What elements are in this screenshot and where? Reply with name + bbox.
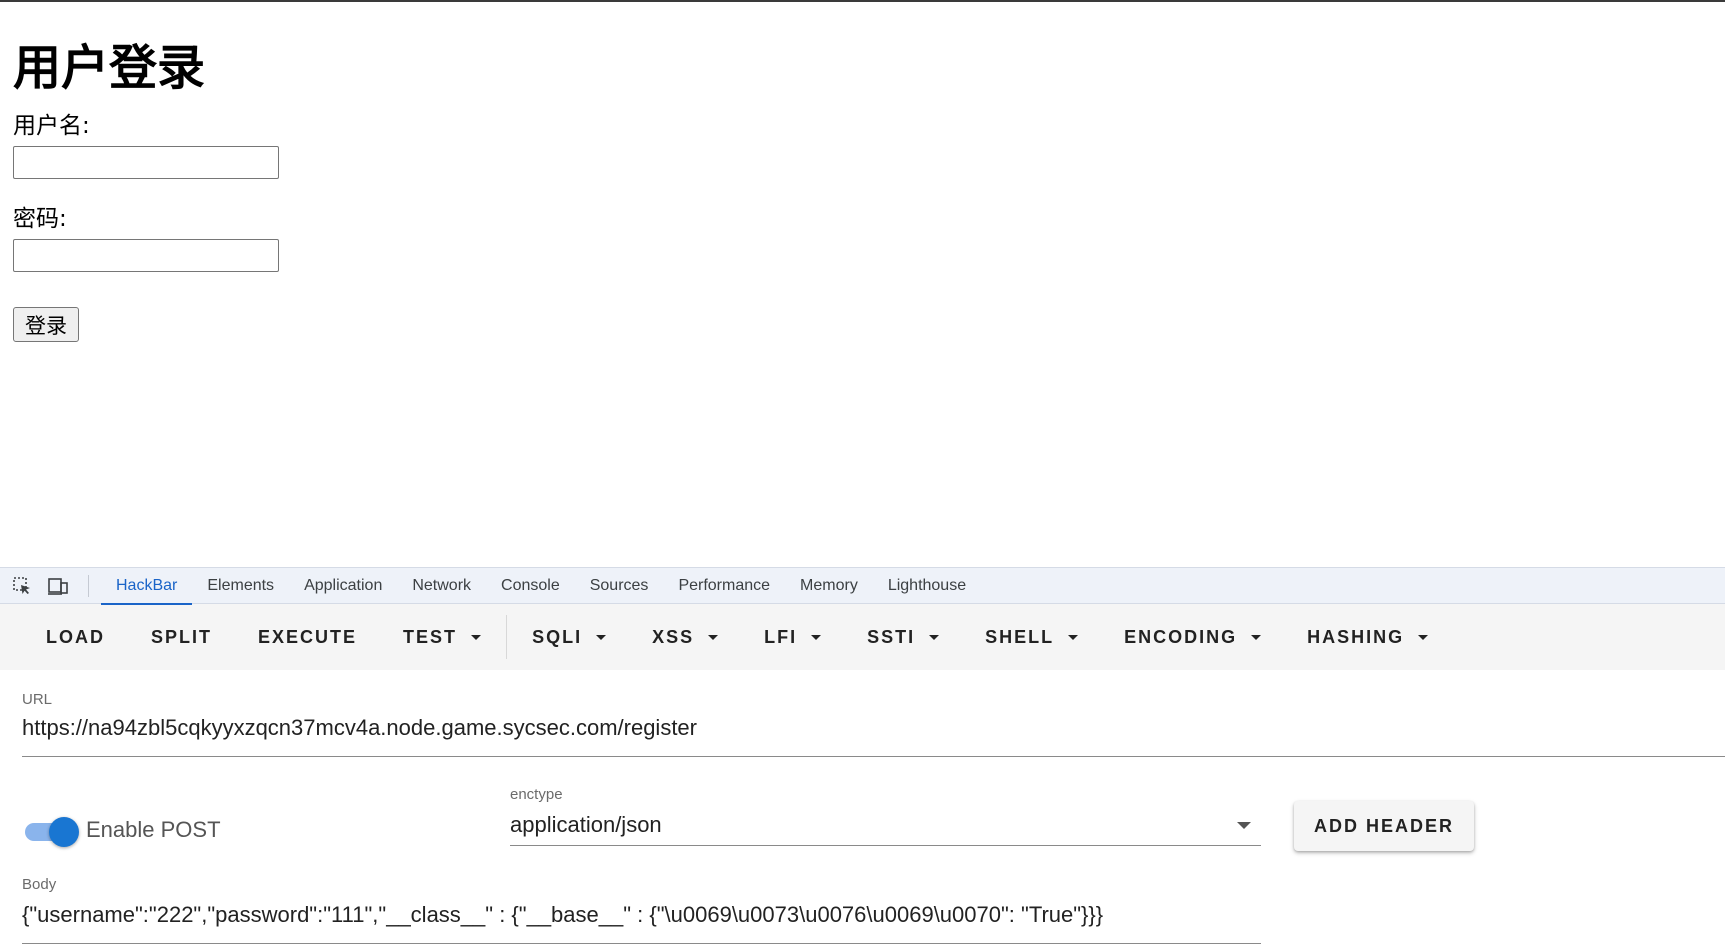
username-input[interactable]	[13, 146, 279, 179]
caret-down-icon	[929, 634, 940, 640]
execute-button[interactable]: EXECUTE	[235, 617, 380, 657]
lfi-label: LFI	[764, 626, 798, 647]
enable-post-toggle[interactable]	[25, 815, 79, 847]
execute-label: EXECUTE	[258, 626, 358, 647]
sqli-menu-button[interactable]: SQLI	[509, 617, 629, 657]
window-top-border	[0, 0, 1725, 2]
load-label: LOAD	[46, 626, 105, 647]
split-label: SPLIT	[151, 626, 213, 647]
password-label: 密码:	[13, 206, 67, 232]
tab-lighthouse[interactable]: Lighthouse	[873, 568, 981, 604]
test-label: TEST	[403, 626, 458, 647]
tab-separator	[88, 574, 89, 597]
tab-sources[interactable]: Sources	[575, 568, 664, 604]
caret-down-icon	[708, 634, 719, 640]
add-header-button[interactable]: ADD HEADER	[1294, 801, 1474, 851]
hackbar-body: URL https://na94zbl5cqkyyxzqcn37mcv4a.no…	[0, 670, 1725, 944]
xss-label: XSS	[652, 626, 695, 647]
tab-hackbar[interactable]: HackBar	[101, 568, 193, 605]
password-input[interactable]	[13, 239, 279, 272]
username-label: 用户名:	[13, 113, 90, 139]
encoding-menu-button[interactable]: ENCODING	[1101, 617, 1284, 657]
shell-label: SHELL	[985, 626, 1055, 647]
login-button[interactable]: 登录	[13, 307, 79, 342]
ssti-menu-button[interactable]: SSTI	[844, 617, 962, 657]
hackbar-toolbar: LOAD SPLIT EXECUTE TEST SQLI XSS LFI SST…	[0, 604, 1725, 670]
device-toolbar-icon[interactable]	[46, 574, 70, 598]
split-button[interactable]: SPLIT	[128, 617, 235, 657]
enctype-label: enctype	[510, 786, 563, 803]
page-title: 用户登录	[13, 40, 206, 96]
hashing-label: HASHING	[1307, 626, 1405, 647]
dropdown-arrow-icon[interactable]	[1237, 822, 1251, 829]
shell-menu-button[interactable]: SHELL	[962, 617, 1101, 657]
enctype-select[interactable]: application/json	[510, 812, 662, 838]
tab-elements[interactable]: Elements	[192, 568, 289, 604]
ssti-label: SSTI	[867, 626, 916, 647]
caret-down-icon	[1068, 634, 1079, 640]
toggle-knob	[49, 817, 79, 847]
tab-memory[interactable]: Memory	[785, 568, 873, 604]
caret-down-icon	[471, 634, 482, 640]
body-label: Body	[22, 876, 57, 893]
inspect-element-icon[interactable]	[10, 574, 34, 598]
enctype-underline	[510, 845, 1261, 846]
xss-menu-button[interactable]: XSS	[629, 617, 741, 657]
hashing-menu-button[interactable]: HASHING	[1284, 617, 1451, 657]
body-input[interactable]: {"username":"222","password":"111","__cl…	[22, 902, 1103, 928]
caret-down-icon	[1251, 634, 1262, 640]
url-label: URL	[22, 691, 53, 708]
tab-performance[interactable]: Performance	[663, 568, 785, 604]
login-page: 用户登录 用户名: 密码: 登录	[13, 20, 713, 342]
enable-post-label: Enable POST	[86, 817, 221, 842]
devtools-panel: HackBar Elements Application Network Con…	[0, 567, 1725, 944]
url-underline	[22, 756, 1725, 757]
tab-network[interactable]: Network	[397, 568, 486, 604]
lfi-menu-button[interactable]: LFI	[741, 617, 844, 657]
caret-down-icon	[1418, 634, 1429, 640]
url-input[interactable]: https://na94zbl5cqkyyxzqcn37mcv4a.node.g…	[22, 715, 697, 741]
sqli-label: SQLI	[532, 626, 583, 647]
caret-down-icon	[811, 634, 822, 640]
tab-application[interactable]: Application	[289, 568, 397, 604]
toolbar-divider	[506, 615, 508, 659]
encoding-label: ENCODING	[1124, 626, 1238, 647]
caret-down-icon	[596, 634, 607, 640]
devtools-tab-bar: HackBar Elements Application Network Con…	[0, 567, 1725, 605]
load-button[interactable]: LOAD	[23, 617, 128, 657]
test-menu-button[interactable]: TEST	[380, 617, 504, 657]
tab-console[interactable]: Console	[486, 568, 575, 604]
